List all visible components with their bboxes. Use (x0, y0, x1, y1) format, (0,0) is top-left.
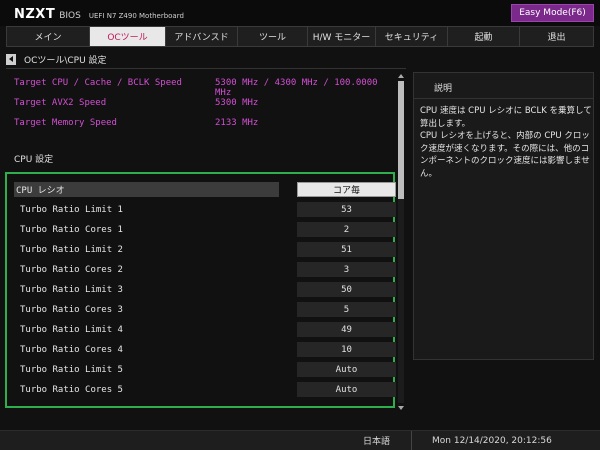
scroll-up-arrow-icon[interactable] (397, 72, 405, 80)
tab-exit[interactable]: 退出 (520, 26, 594, 47)
setting-value-field[interactable]: 49 (297, 322, 396, 337)
datetime-display: Mon 12/14/2020, 20:12:56 (432, 435, 552, 446)
tab-advanced[interactable]: アドバンスド (166, 26, 238, 47)
scroll-track[interactable] (398, 81, 404, 403)
status-bar: 日本語 Mon 12/14/2020, 20:12:56 (0, 430, 600, 450)
brand-name: NZXT (14, 7, 56, 22)
setting-row-cpu-ratio[interactable]: CPU レシオ コア毎 (14, 182, 396, 197)
setting-label: Turbo Ratio Limit 2 (20, 244, 123, 255)
setting-label: Turbo Ratio Limit 5 (20, 364, 123, 375)
setting-row[interactable]: Turbo Ratio Cores 1 2 (14, 222, 396, 237)
help-title: 説明 (434, 84, 453, 94)
setting-value-field[interactable]: Auto (297, 362, 396, 377)
tab-main[interactable]: メイン (6, 26, 90, 47)
setting-row[interactable]: Turbo Ratio Cores 2 3 (14, 262, 396, 277)
setting-label: Turbo Ratio Cores 5 (20, 384, 123, 395)
setting-row[interactable]: Turbo Ratio Limit 3 50 (14, 282, 396, 297)
breadcrumb-path: OCツール\CPU 設定 (24, 55, 107, 66)
language-selector[interactable]: 日本語 (342, 431, 412, 450)
info-label: Target AVX2 Speed (14, 98, 107, 108)
setting-value-field[interactable]: 53 (297, 202, 396, 217)
setting-row[interactable]: Turbo Ratio Limit 2 51 (14, 242, 396, 257)
setting-label: CPU レシオ (14, 182, 279, 197)
info-row-target-cpu: Target CPU / Cache / BCLK Speed 5300 MHz… (14, 78, 394, 98)
section-title: CPU 設定 (14, 155, 54, 165)
tab-hw-monitor[interactable]: H/W モニター (308, 26, 376, 47)
brand-logo: NZXT BIOS UEFI N7 Z490 Motherboard (14, 7, 184, 22)
top-bar: NZXT BIOS UEFI N7 Z490 Motherboard Easy … (0, 0, 600, 26)
setting-label: Turbo Ratio Limit 4 (20, 324, 123, 335)
setting-row[interactable]: Turbo Ratio Cores 5 Auto (14, 382, 396, 397)
tab-tool[interactable]: ツール (238, 26, 308, 47)
help-panel: 説明 CPU 速度は CPU レシオに BCLK を乗算して算出します。 CPU… (413, 72, 594, 360)
setting-label: Turbo Ratio Cores 4 (20, 344, 123, 355)
setting-row[interactable]: Turbo Ratio Limit 4 49 (14, 322, 396, 337)
easy-mode-button[interactable]: Easy Mode(F6) (511, 4, 594, 22)
breadcrumb-divider (6, 68, 406, 69)
setting-value-field[interactable]: Auto (297, 382, 396, 397)
setting-label: Turbo Ratio Cores 1 (20, 224, 123, 235)
setting-label: Turbo Ratio Cores 3 (20, 304, 123, 315)
info-value: 5300 MHz / 4300 MHz / 100.0000 MHz (215, 78, 378, 98)
setting-label: Turbo Ratio Limit 3 (20, 284, 123, 295)
info-label: Target Memory Speed (14, 118, 117, 128)
setting-row[interactable]: Turbo Ratio Limit 5 Auto (14, 362, 396, 377)
back-arrow-icon[interactable] (6, 53, 16, 65)
setting-label: Turbo Ratio Limit 1 (20, 204, 123, 215)
setting-value-field[interactable]: 5 (297, 302, 396, 317)
bios-label: BIOS (59, 11, 81, 21)
cpu-settings-panel: CPU レシオ コア毎 Turbo Ratio Limit 1 53 Turbo… (5, 172, 396, 408)
tab-oc-tool[interactable]: OCツール (90, 26, 166, 47)
info-value: 5300 MHz (215, 98, 259, 108)
setting-row[interactable]: Turbo Ratio Cores 4 10 (14, 342, 396, 357)
help-description: CPU 速度は CPU レシオに BCLK を乗算して算出します。 CPU レシ… (420, 106, 592, 179)
info-value: 2133 MHz (215, 118, 259, 128)
tab-boot[interactable]: 起動 (448, 26, 520, 47)
setting-value-field[interactable]: 50 (297, 282, 396, 297)
help-header: 説明 (414, 73, 593, 99)
setting-value-field[interactable]: 51 (297, 242, 396, 257)
setting-label: Turbo Ratio Cores 2 (20, 264, 123, 275)
motherboard-model: UEFI N7 Z490 Motherboard (88, 12, 184, 20)
info-label: Target CPU / Cache / BCLK Speed (14, 78, 182, 88)
tab-security[interactable]: セキュリティ (376, 26, 448, 47)
setting-value-field[interactable]: 2 (297, 222, 396, 237)
setting-row[interactable]: Turbo Ratio Cores 3 5 (14, 302, 396, 317)
setting-value-field[interactable]: 10 (297, 342, 396, 357)
setting-value-field[interactable]: 3 (297, 262, 396, 277)
breadcrumb: OCツール\CPU 設定 (6, 52, 107, 66)
setting-value-dropdown[interactable]: コア毎 (297, 182, 396, 197)
main-nav-tabs: メイン OCツール アドバンスド ツール H/W モニター セキュリティ 起動 … (6, 26, 594, 47)
scroll-down-arrow-icon[interactable] (397, 404, 405, 412)
scroll-thumb[interactable] (398, 81, 404, 199)
info-row-target-memory: Target Memory Speed 2133 MHz (14, 118, 394, 130)
info-row-target-avx2: Target AVX2 Speed 5300 MHz (14, 98, 394, 110)
settings-scrollbar[interactable] (397, 72, 405, 412)
setting-row[interactable]: Turbo Ratio Limit 1 53 (14, 202, 396, 217)
